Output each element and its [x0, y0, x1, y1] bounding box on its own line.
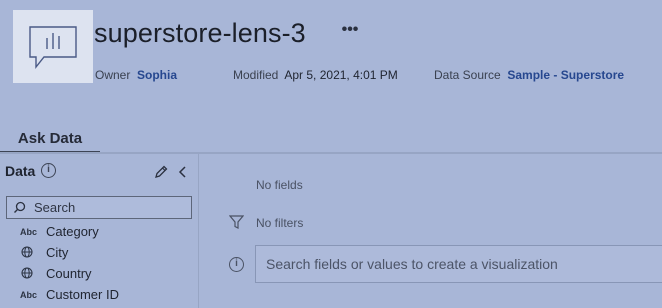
field-label: Customer ID [46, 287, 119, 302]
chevron-left-icon[interactable] [176, 164, 190, 180]
viz-search-box[interactable] [255, 245, 662, 283]
info-icon[interactable]: i [229, 257, 244, 272]
field-item-category[interactable]: Abc Category [0, 221, 199, 242]
no-filters-text: No filters [256, 216, 304, 230]
field-label: Category [46, 224, 99, 239]
no-fields-text: No fields [256, 178, 303, 192]
search-icon [14, 201, 26, 213]
globe-icon [0, 245, 46, 260]
field-search-box[interactable] [6, 196, 192, 219]
datasource-label: Data Source [434, 68, 501, 82]
modified-meta: Modified Apr 5, 2021, 4:01 PM [233, 68, 398, 82]
modified-label: Modified [233, 68, 279, 82]
string-type-icon: Abc [20, 226, 38, 237]
field-item-country[interactable]: Country [0, 263, 199, 284]
more-actions-button[interactable]: ••• [340, 22, 360, 42]
pencil-icon[interactable] [153, 164, 169, 180]
string-type-icon: Abc [20, 289, 38, 300]
page-title: superstore-lens-3 [94, 18, 306, 48]
field-label: Country [46, 266, 92, 281]
field-item-city[interactable]: City [0, 242, 199, 263]
globe-icon [0, 266, 46, 281]
info-icon[interactable]: i [41, 163, 56, 178]
viz-search-input[interactable] [266, 256, 662, 272]
datasource-meta: Data Source Sample - Superstore [434, 68, 624, 82]
filter-icon [228, 215, 245, 229]
field-label: City [46, 245, 69, 260]
field-list: Abc Category City Country Abc Customer I… [0, 221, 199, 305]
owner-meta: Owner Sophia [95, 68, 177, 82]
data-panel: Data i Abc Category [0, 154, 199, 308]
ask-data-page: superstore-lens-3 ••• Owner Sophia Modif… [0, 0, 662, 308]
tab-ask-data[interactable]: Ask Data [0, 128, 100, 154]
owner-link[interactable]: Sophia [137, 68, 177, 82]
owner-label: Owner [95, 68, 131, 82]
datasource-link[interactable]: Sample - Superstore [507, 68, 624, 82]
field-item-customer-id[interactable]: Abc Customer ID [0, 284, 199, 305]
modified-value: Apr 5, 2021, 4:01 PM [284, 68, 398, 82]
data-panel-heading: Data [5, 163, 36, 179]
lens-icon [13, 10, 93, 83]
field-search-input[interactable] [34, 200, 184, 215]
